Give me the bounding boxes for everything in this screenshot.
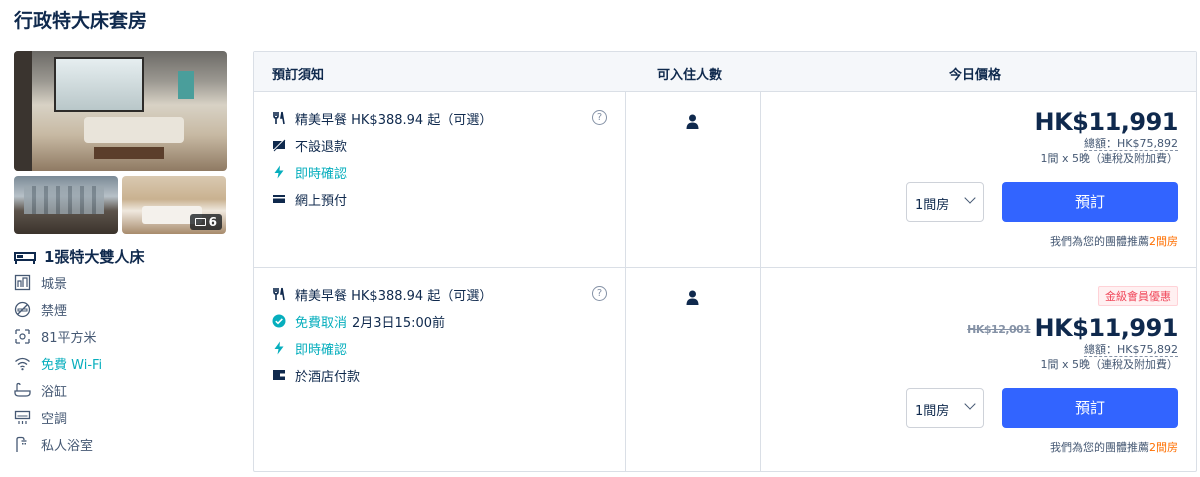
header-conditions: 預訂須知	[272, 68, 325, 83]
help-icon[interactable]: ?	[592, 286, 607, 301]
cancellation-policy: 不設退款	[272, 136, 492, 155]
bed-type: 1張特大雙人床	[14, 246, 228, 267]
price-block: HK$11,991 總額：HK$75,892 1間 x 5晚（連稅及附加費）	[1035, 108, 1179, 166]
area-icon	[15, 329, 30, 344]
check-circle-icon	[272, 314, 286, 328]
member-discount-badge: 金級會員優惠	[1098, 286, 1178, 306]
lightning-icon	[274, 341, 284, 355]
price-stay-detail: 1間 x 5晚（連稅及附加費）	[1040, 152, 1179, 165]
amenity-city-view: 城景	[14, 273, 228, 292]
photo-icon	[194, 218, 206, 226]
photo-count: 6	[208, 215, 217, 229]
no-smoking-icon	[14, 301, 31, 318]
breakfast-option: 精美早餐 HK$388.94 起（可選）	[272, 109, 492, 128]
breakfast-icon	[273, 287, 285, 301]
group-recommendation: 我們為您的團體推薦2間房	[1050, 441, 1178, 454]
chevron-down-icon	[964, 398, 976, 410]
guest-capacity	[686, 290, 699, 310]
recommend-rooms-link[interactable]: 2間房	[1149, 441, 1178, 454]
amenity-air-conditioning: 空調	[14, 408, 228, 427]
amenity-area: 81平方米	[14, 327, 228, 346]
room-thumbnail-2[interactable]: 6	[122, 176, 226, 234]
price-current: HK$11,991	[1034, 108, 1179, 136]
shower-icon	[16, 436, 27, 452]
price-block: HK$12,001 HK$11,991 總額：HK$75,892 1間 x 5晚（…	[967, 314, 1178, 372]
person-icon	[686, 114, 699, 129]
book-button[interactable]: 預訂	[1002, 182, 1178, 222]
booking-conditions: 精美早餐 HK$388.94 起（可選） 不設退款 即時確認 網上預付	[272, 109, 492, 217]
cancellation-policy[interactable]: 免費取消 2月3日15:00前	[272, 312, 492, 331]
payment-method: 網上預付	[272, 190, 492, 209]
room-quantity-select[interactable]: 1間房	[906, 388, 984, 428]
booking-conditions: 精美早餐 HK$388.94 起（可選） 免費取消 2月3日15:00前 即時確…	[272, 285, 492, 393]
photo-count-badge[interactable]: 6	[189, 214, 222, 230]
amenity-no-smoking: 禁煙	[14, 300, 228, 319]
amenity-wifi: 免費 Wi-Fi	[14, 354, 228, 373]
group-recommendation: 我們為您的團體推薦2間房	[1050, 235, 1178, 248]
price-original: HK$12,001	[967, 323, 1031, 336]
chevron-down-icon	[964, 192, 976, 204]
room-quantity-select[interactable]: 1間房	[906, 182, 984, 222]
pay-at-hotel-icon	[273, 370, 285, 380]
instant-confirmation: 即時確認	[272, 163, 492, 182]
guest-capacity	[686, 114, 699, 134]
air-conditioner-icon	[14, 410, 31, 424]
credit-card-icon	[273, 195, 285, 203]
rate-row: 精美早餐 HK$388.94 起（可選） 免費取消 2月3日15:00前 即時確…	[254, 268, 1196, 472]
header-price: 今日價格	[949, 68, 1002, 83]
room-main-photo[interactable]	[14, 51, 227, 171]
book-button[interactable]: 預訂	[1002, 388, 1178, 428]
bed-icon	[14, 251, 36, 264]
payment-method: 於酒店付款	[272, 366, 492, 385]
price-total[interactable]: 總額：HK$75,892	[1084, 343, 1178, 357]
lightning-icon	[274, 165, 284, 179]
amenity-bathtub: 浴缸	[14, 381, 228, 400]
amenity-private-bathroom: 私人浴室	[14, 435, 228, 454]
price-stay-detail: 1間 x 5晚（連稅及附加費）	[1040, 358, 1179, 371]
rate-table: 預訂須知 可入住人數 今日價格 精美早餐 HK$388.94 起（可選） 不設退…	[253, 51, 1197, 472]
recommend-rooms-link[interactable]: 2間房	[1149, 235, 1178, 248]
instant-confirmation: 即時確認	[272, 339, 492, 358]
non-refundable-icon	[272, 138, 286, 152]
header-occupancy: 可入住人數	[657, 68, 723, 83]
rate-row: 精美早餐 HK$388.94 起（可選） 不設退款 即時確認 網上預付 ? HK…	[254, 92, 1196, 268]
room-title: 行政特大床套房	[14, 10, 148, 32]
city-view-icon	[14, 274, 31, 291]
person-icon	[686, 290, 699, 305]
breakfast-icon	[273, 111, 285, 125]
help-icon[interactable]: ?	[592, 110, 607, 125]
room-info-panel: 6 1張特大雙人床 城景 禁煙 81平方米 免費 Wi-Fi 浴缸 空調 私人浴…	[14, 51, 228, 454]
wifi-icon	[15, 357, 30, 371]
bathtub-icon	[14, 382, 31, 397]
rate-table-header: 預訂須知 可入住人數 今日價格	[254, 52, 1196, 92]
price-total[interactable]: 總額：HK$75,892	[1084, 137, 1178, 151]
room-thumbnail-1[interactable]	[14, 176, 118, 234]
breakfast-option: 精美早餐 HK$388.94 起（可選）	[272, 285, 492, 304]
price-current: HK$12,001 HK$11,991	[967, 314, 1178, 342]
